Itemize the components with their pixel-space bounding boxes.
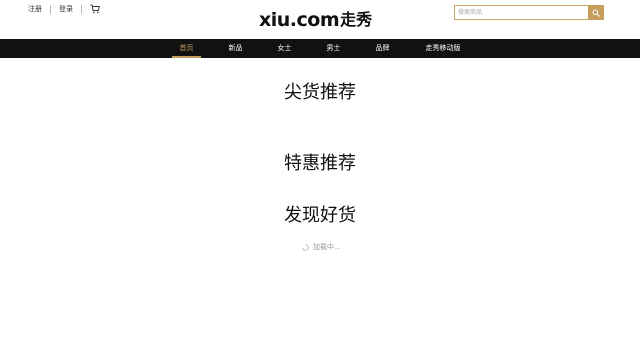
loading-spinner-icon [302,243,309,251]
nav-item-new[interactable]: 新品 [221,39,250,58]
top-links: 注册 登录 [28,4,100,14]
search-button[interactable] [588,5,604,20]
top-link-divider [81,4,82,14]
top-link-divider [50,4,51,14]
main-nav: 首页 新品 女士 男士 品牌 走秀移动版 [0,39,640,58]
loading-text: 加载中... [313,243,341,251]
logo-cjk: 走秀 [340,10,373,29]
nav-item-mobile[interactable]: 走秀移动版 [417,39,469,58]
section-title-discover: 发现好货 [284,205,356,226]
top-bar: 注册 登录 xiu.com 走秀 [0,0,640,39]
nav-item-women[interactable]: 女士 [270,39,299,58]
nav-active-underline [172,56,201,58]
cart-icon[interactable] [90,4,100,14]
logo-latin: xiu.com [259,9,340,31]
nav-item-men[interactable]: 男士 [319,39,348,58]
search-input[interactable] [454,5,588,20]
site-logo[interactable]: xiu.com 走秀 [259,8,383,32]
loading-indicator: 加载中... [302,242,341,252]
section-title-deals: 特惠推荐 [284,153,356,174]
section-title-hot-picks: 尖货推荐 [284,82,356,103]
register-link[interactable]: 注册 [28,4,42,14]
login-link[interactable]: 登录 [59,4,73,14]
search-box [454,5,604,20]
nav-item-brands[interactable]: 品牌 [368,39,397,58]
search-icon [592,9,600,17]
